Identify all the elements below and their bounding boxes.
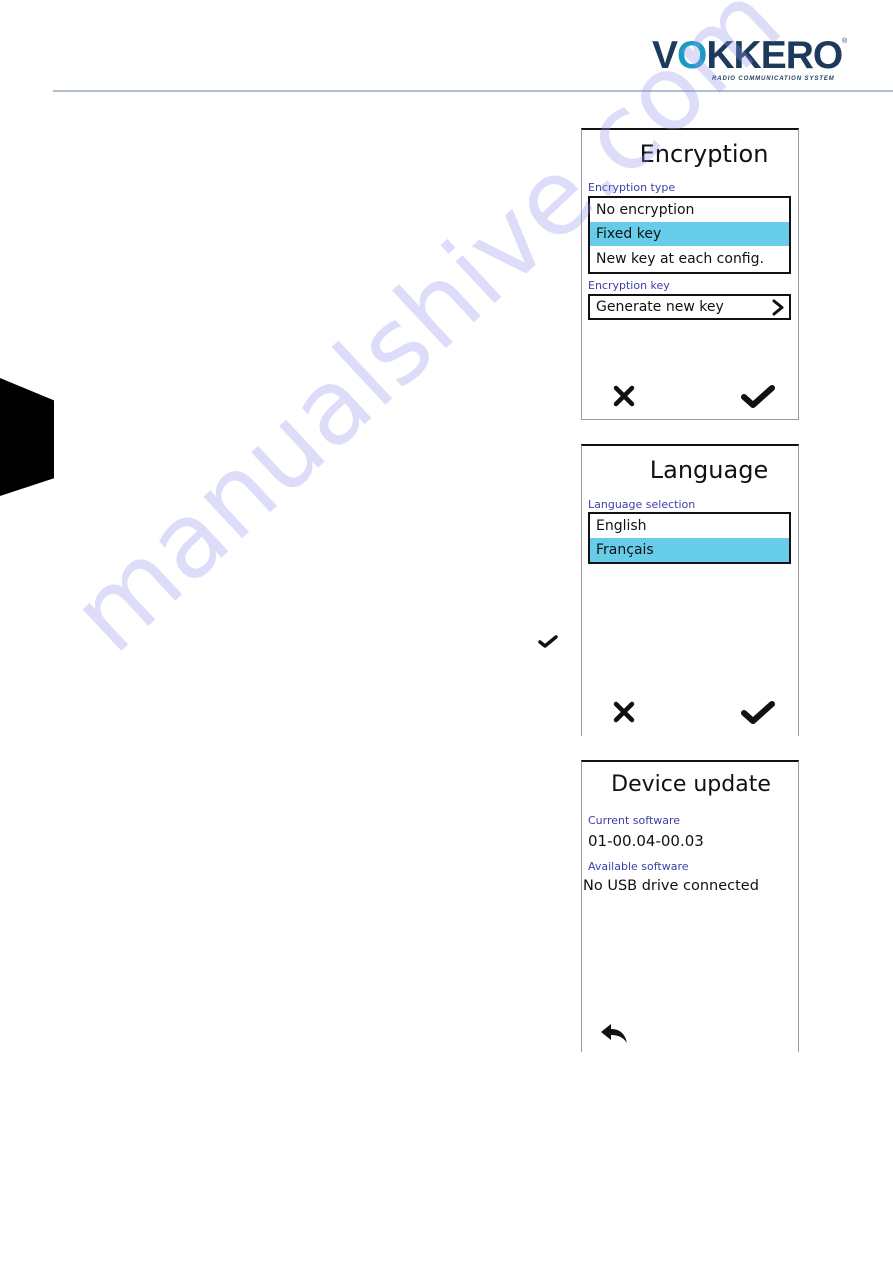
chapter-side-tab (0, 378, 54, 496)
available-software-value: No USB drive connected (583, 878, 759, 894)
option-english[interactable]: English (590, 514, 789, 538)
chevron-right-icon (771, 299, 785, 316)
vokkero-logo: VOKKERO ® RADIO COMMUNICATION SYSTEM (652, 36, 852, 86)
device-update-screen: Device update Current software 01-00.04-… (581, 760, 799, 1052)
language-list: English Français (588, 512, 791, 564)
close-icon (613, 701, 635, 723)
generate-new-key-button[interactable]: Generate new key (588, 294, 791, 320)
language-selection-label: Language selection (588, 498, 696, 511)
option-francais[interactable]: Français (590, 538, 789, 562)
close-icon (613, 385, 635, 407)
current-software-value: 01-00.04-00.03 (588, 832, 704, 850)
cancel-button[interactable] (613, 385, 635, 407)
logo-tagline: RADIO COMMUNICATION SYSTEM (712, 76, 835, 82)
screen-title: Device update (611, 772, 771, 797)
back-button[interactable] (599, 1023, 629, 1045)
back-arrow-icon (599, 1023, 629, 1045)
check-icon (538, 633, 558, 649)
screen-title: Language (649, 456, 769, 484)
encryption-screen: Encryption Encryption type No encryption… (581, 128, 799, 420)
logo-speech-bubble-icon: O (677, 34, 707, 77)
current-software-label: Current software (588, 814, 681, 827)
encryption-type-label: Encryption type (588, 181, 676, 194)
encryption-type-list: No encryption Fixed key New key at each … (588, 196, 791, 274)
registered-mark: ® (842, 38, 848, 45)
header-rule (53, 90, 893, 92)
option-new-key-each-config[interactable]: New key at each config. (590, 246, 789, 272)
check-icon (740, 698, 776, 726)
option-fixed-key[interactable]: Fixed key (590, 222, 789, 246)
language-screen: Language Language selection English Fran… (581, 444, 799, 736)
option-no-encryption[interactable]: No encryption (590, 198, 789, 222)
logo-wordmark: VOKKERO (652, 34, 843, 77)
logo-letter-v: V (652, 34, 678, 77)
logo-letters: KKERO (706, 34, 843, 77)
screen-title: Encryption (639, 140, 769, 168)
encryption-key-label: Encryption key (588, 279, 670, 292)
check-icon (740, 382, 776, 410)
available-software-label: Available software (588, 860, 689, 873)
cancel-button[interactable] (613, 701, 635, 723)
confirm-button[interactable] (740, 698, 776, 726)
generate-new-key-label: Generate new key (596, 299, 724, 315)
confirm-button[interactable] (740, 382, 776, 410)
